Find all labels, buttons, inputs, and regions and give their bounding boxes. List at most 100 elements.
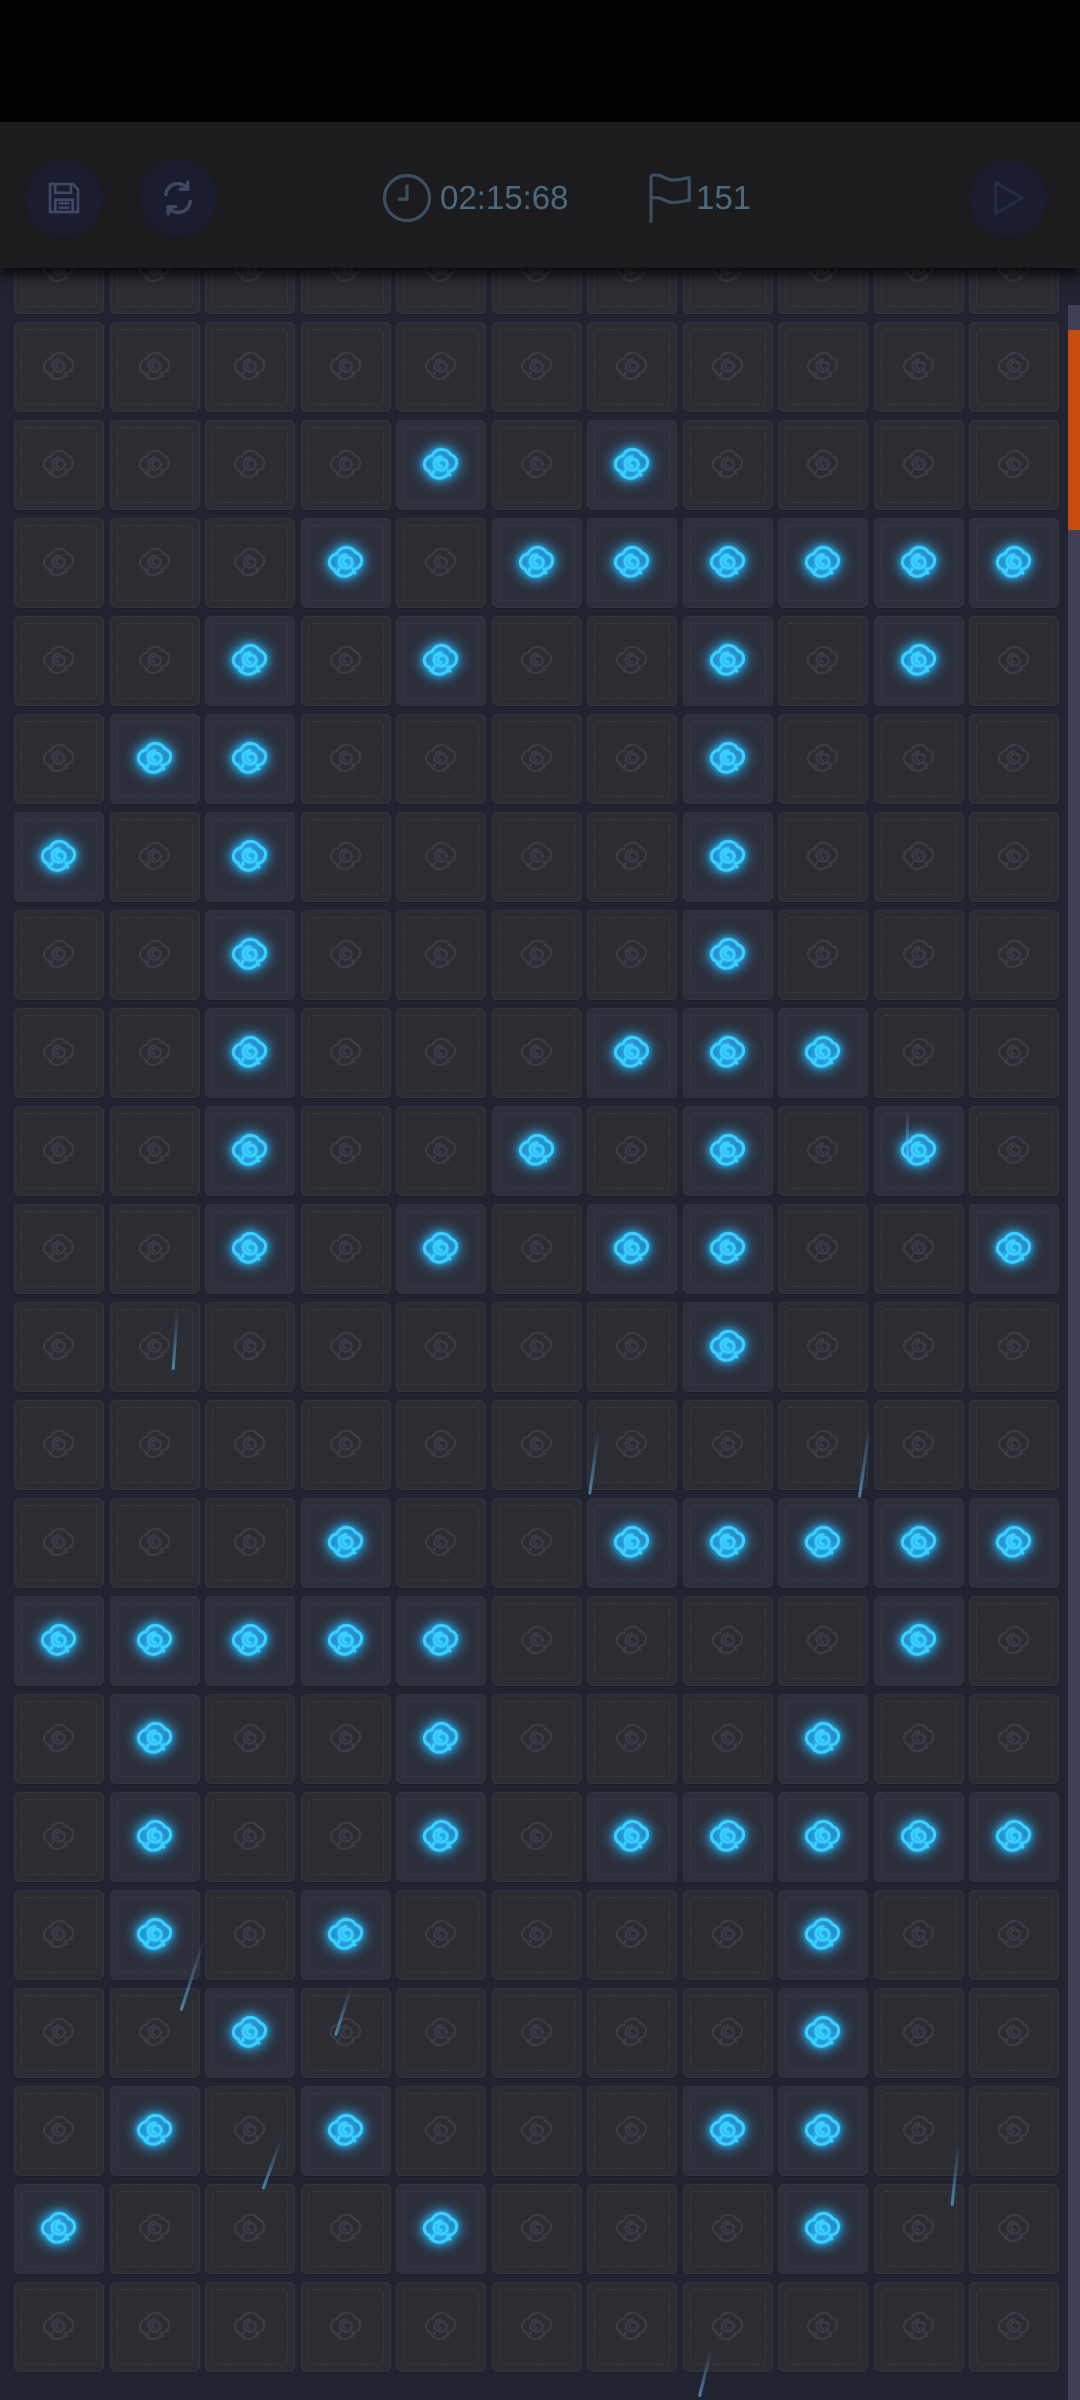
tile[interactable] xyxy=(491,1694,582,1784)
tile[interactable] xyxy=(873,268,964,314)
tile[interactable] xyxy=(778,910,868,1000)
tile-active[interactable] xyxy=(682,714,773,804)
tile[interactable] xyxy=(205,2086,295,2176)
tile[interactable] xyxy=(396,2282,486,2372)
tile[interactable] xyxy=(969,1106,1059,1196)
tile-active[interactable] xyxy=(587,518,677,608)
tile[interactable] xyxy=(491,1204,582,1294)
tile[interactable] xyxy=(300,1204,391,1294)
tile-active[interactable] xyxy=(969,1792,1059,1882)
tile-active[interactable] xyxy=(396,1204,486,1294)
tile[interactable] xyxy=(491,1988,582,2078)
tile[interactable] xyxy=(587,1400,677,1490)
tile[interactable] xyxy=(969,1890,1059,1980)
tile-active[interactable] xyxy=(14,812,104,902)
tile-active[interactable] xyxy=(682,1302,773,1392)
tile[interactable] xyxy=(873,420,964,510)
tile[interactable] xyxy=(587,2184,677,2274)
tile[interactable] xyxy=(396,812,486,902)
tile[interactable] xyxy=(969,420,1059,510)
tile[interactable] xyxy=(969,1596,1059,1686)
tile-active[interactable] xyxy=(682,1204,773,1294)
tile[interactable] xyxy=(778,616,868,706)
tile[interactable] xyxy=(682,1988,773,2078)
tile-active[interactable] xyxy=(682,1106,773,1196)
tile-active[interactable] xyxy=(396,1694,486,1784)
tile-active[interactable] xyxy=(682,812,773,902)
tile-active[interactable] xyxy=(873,1792,964,1882)
tile-active[interactable] xyxy=(300,1498,391,1588)
tile-active[interactable] xyxy=(778,1008,868,1098)
scrollbar-track[interactable] xyxy=(1068,305,1080,2400)
tile-active[interactable] xyxy=(969,518,1059,608)
tile-active[interactable] xyxy=(491,1106,582,1196)
tile-active[interactable] xyxy=(778,1988,868,2078)
tile[interactable] xyxy=(205,268,295,314)
tile-active[interactable] xyxy=(587,420,677,510)
tile[interactable] xyxy=(109,1302,200,1392)
tile-active[interactable] xyxy=(109,1890,200,1980)
tile-active[interactable] xyxy=(682,518,773,608)
tile[interactable] xyxy=(682,2282,773,2372)
tile[interactable] xyxy=(14,616,104,706)
tile[interactable] xyxy=(969,2184,1059,2274)
tile-active[interactable] xyxy=(205,812,295,902)
tile-active[interactable] xyxy=(682,2086,773,2176)
tile[interactable] xyxy=(873,910,964,1000)
tile-active[interactable] xyxy=(682,616,773,706)
tile[interactable] xyxy=(778,1204,868,1294)
tile[interactable] xyxy=(682,1596,773,1686)
tile[interactable] xyxy=(109,1988,200,2078)
tile[interactable] xyxy=(205,420,295,510)
tile[interactable] xyxy=(969,910,1059,1000)
tile[interactable] xyxy=(873,1302,964,1392)
tile[interactable] xyxy=(14,1008,104,1098)
tile[interactable] xyxy=(682,268,773,314)
tile-active[interactable] xyxy=(969,1498,1059,1588)
tile[interactable] xyxy=(587,322,677,412)
tile[interactable] xyxy=(778,1302,868,1392)
tile-active[interactable] xyxy=(109,714,200,804)
tile[interactable] xyxy=(396,910,486,1000)
tile-active[interactable] xyxy=(778,1890,868,1980)
tile[interactable] xyxy=(873,812,964,902)
tile[interactable] xyxy=(873,2282,964,2372)
tile[interactable] xyxy=(109,322,200,412)
tile[interactable] xyxy=(778,420,868,510)
tile-active[interactable] xyxy=(873,616,964,706)
tile[interactable] xyxy=(300,1106,391,1196)
tile-active[interactable] xyxy=(682,1792,773,1882)
tile[interactable] xyxy=(300,1792,391,1882)
tile[interactable] xyxy=(14,2282,104,2372)
tile[interactable] xyxy=(587,1988,677,2078)
play-button[interactable] xyxy=(970,160,1046,236)
tile[interactable] xyxy=(396,1008,486,1098)
tile[interactable] xyxy=(873,2184,964,2274)
tile[interactable] xyxy=(587,812,677,902)
tile[interactable] xyxy=(873,1008,964,1098)
tile[interactable] xyxy=(491,1008,582,1098)
tile[interactable] xyxy=(109,616,200,706)
tile-active[interactable] xyxy=(396,1596,486,1686)
tile-active[interactable] xyxy=(778,2184,868,2274)
tile[interactable] xyxy=(109,268,200,314)
tile[interactable] xyxy=(587,1890,677,1980)
tile-active[interactable] xyxy=(300,1596,391,1686)
tile[interactable] xyxy=(205,1302,295,1392)
tile-active[interactable] xyxy=(109,1596,200,1686)
tile-active[interactable] xyxy=(682,910,773,1000)
tile[interactable] xyxy=(682,1694,773,1784)
tile[interactable] xyxy=(969,1400,1059,1490)
tile[interactable] xyxy=(14,1694,104,1784)
tile-active[interactable] xyxy=(587,1204,677,1294)
tile[interactable] xyxy=(587,910,677,1000)
tile-active[interactable] xyxy=(396,616,486,706)
tile[interactable] xyxy=(14,1400,104,1490)
tile[interactable] xyxy=(873,2086,964,2176)
tile-active[interactable] xyxy=(300,518,391,608)
tile[interactable] xyxy=(491,1302,582,1392)
tile[interactable] xyxy=(14,1106,104,1196)
tile[interactable] xyxy=(300,1008,391,1098)
tile[interactable] xyxy=(396,268,486,314)
tile[interactable] xyxy=(491,2282,582,2372)
